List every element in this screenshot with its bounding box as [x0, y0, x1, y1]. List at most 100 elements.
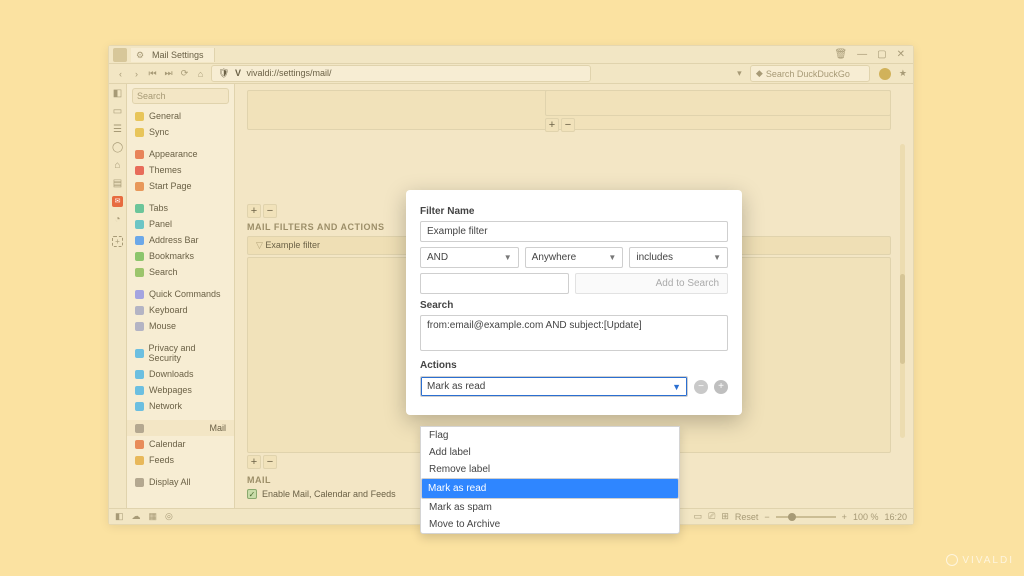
category-icon	[135, 268, 144, 277]
close-button[interactable]: ✕	[897, 49, 905, 60]
criteria-value-input[interactable]	[420, 273, 569, 294]
status-page-icon[interactable]: ⎚	[708, 511, 715, 522]
add-button[interactable]: +	[247, 204, 261, 218]
checkmark-icon: ✓	[247, 489, 257, 499]
rail-calendar-icon[interactable]: ◔	[112, 214, 123, 225]
action-option-mark-as-spam[interactable]: Mark as spam	[421, 499, 679, 516]
rail-add-panel-button[interactable]: +	[112, 236, 123, 247]
sidebar-item-calendar[interactable]: Calendar	[127, 436, 234, 452]
add-button[interactable]: +	[545, 118, 559, 132]
rail-downloads-icon[interactable]: ☰	[112, 124, 123, 135]
scope-select[interactable]: Anywhere▼	[525, 247, 624, 268]
sidebar-item-keyboard[interactable]: Keyboard	[127, 302, 234, 318]
back-button[interactable]: ‹	[115, 69, 126, 79]
add-to-search-button[interactable]: Add to Search	[575, 273, 728, 294]
address-field[interactable]: 🛡 V vivaldi://settings/mail/	[211, 65, 591, 82]
clock: 16:20	[884, 512, 907, 522]
sidebar-item-appearance[interactable]: Appearance	[127, 146, 234, 162]
bookmark-star-icon[interactable]: ★	[899, 68, 907, 79]
sidebar-item-mouse[interactable]: Mouse	[127, 318, 234, 334]
sidebar-item-address-bar[interactable]: Address Bar	[127, 232, 234, 248]
forward-button[interactable]: ›	[131, 69, 142, 79]
category-icon	[135, 456, 144, 465]
sidebar-item-themes[interactable]: Themes	[127, 162, 234, 178]
bookmark-page-icon[interactable]: ▾	[734, 68, 745, 79]
tab-mail-settings[interactable]: ⚙ Mail Settings	[131, 48, 215, 62]
toolbar: ‹ › ⏮ ⏭ ⟳ ⌂ 🛡 V vivaldi://settings/mail/…	[109, 64, 913, 84]
rail-reading-icon[interactable]: ▭	[112, 106, 123, 117]
remove-button[interactable]: −	[263, 204, 277, 218]
sidebar-item-general[interactable]: General	[127, 108, 234, 124]
logic-select[interactable]: AND▼	[420, 247, 519, 268]
rewind-button[interactable]: ⏮	[147, 68, 158, 79]
sidebar-item-network[interactable]: Network	[127, 398, 234, 414]
tab-title: Mail Settings	[152, 50, 204, 60]
status-tiling-icon[interactable]: ⊞	[721, 511, 729, 522]
action-option-remove-label[interactable]: Remove label	[421, 461, 679, 478]
gear-icon: ⚙	[136, 50, 146, 60]
category-icon	[135, 204, 144, 213]
home-button[interactable]: ⌂	[195, 69, 206, 79]
match-select[interactable]: includes▼	[629, 247, 728, 268]
sidebar-item-webpages[interactable]: Webpages	[127, 382, 234, 398]
rail-mail-icon[interactable]: ✉	[112, 196, 123, 207]
sidebar-item-sync[interactable]: Sync	[127, 124, 234, 140]
remove-filter-button[interactable]: −	[263, 455, 277, 469]
sidebar-item-feeds[interactable]: Feeds	[127, 452, 234, 468]
sidebar-item-tabs[interactable]: Tabs	[127, 200, 234, 216]
category-icon	[135, 182, 144, 191]
rail-bookmarks-icon[interactable]: ◧	[112, 88, 123, 99]
rail-window-icon[interactable]: ▤	[112, 178, 123, 189]
sidebar-item-quick-commands[interactable]: Quick Commands	[127, 286, 234, 302]
minimize-button[interactable]: —	[857, 49, 867, 60]
sidebar-item-downloads[interactable]: Downloads	[127, 366, 234, 382]
vivaldi-ring-icon	[946, 554, 958, 566]
status-panel-icon[interactable]: ◧	[115, 511, 124, 522]
action-option-flag[interactable]: Flag	[421, 427, 679, 444]
zoom-slider[interactable]	[776, 516, 836, 518]
sidebar-item-mail[interactable]: Mail	[127, 420, 234, 436]
category-icon	[135, 128, 144, 137]
trash-icon[interactable]: 🗑	[834, 49, 847, 60]
sidebar-item-display-all[interactable]: Display All	[127, 474, 234, 490]
category-icon	[135, 349, 144, 358]
scrollbar[interactable]	[900, 144, 905, 438]
action-option-move-to-archive[interactable]: Move to Archive	[421, 516, 679, 533]
category-icon	[135, 370, 144, 379]
panel-rail: ◧ ▭ ☰ ◯ ⌂ ▤ ✉ ◔ +	[109, 84, 127, 508]
action-select[interactable]: Mark as read▼	[420, 376, 688, 397]
search-query-textarea[interactable]: from:email@example.com AND subject:[Upda…	[420, 315, 728, 351]
sidebar-item-panel[interactable]: Panel	[127, 216, 234, 232]
filter-name-input[interactable]	[420, 221, 728, 242]
maximize-button[interactable]: ▢	[877, 49, 886, 60]
reload-button[interactable]: ⟳	[179, 68, 190, 79]
add-filter-button[interactable]: +	[247, 455, 261, 469]
zoom-reset[interactable]: Reset	[735, 512, 759, 522]
rail-history-icon[interactable]: ◯	[112, 142, 123, 153]
profile-avatar[interactable]	[879, 68, 891, 80]
status-capture-icon[interactable]: ◎	[165, 511, 173, 522]
settings-sidebar: Search GeneralSync AppearanceThemesStart …	[127, 84, 235, 508]
category-icon	[135, 220, 144, 229]
sidebar-item-search[interactable]: Search	[127, 264, 234, 280]
status-images-icon[interactable]: ▭	[694, 511, 703, 522]
vivaldi-logo-icon	[113, 48, 127, 62]
ffwd-button[interactable]: ⏭	[163, 68, 174, 79]
add-action-button[interactable]: +	[714, 380, 728, 394]
status-tile-icon[interactable]: ▦	[149, 511, 158, 522]
status-sync-icon[interactable]: ☁	[132, 511, 141, 522]
search-placeholder: Search DuckDuckGo	[766, 69, 850, 79]
sidebar-item-start-page[interactable]: Start Page	[127, 178, 234, 194]
filter-name-label: Filter Name	[420, 206, 728, 217]
scroll-thumb[interactable]	[900, 274, 905, 364]
search-field[interactable]: ◆ Search DuckDuckGo	[750, 65, 870, 82]
settings-search-input[interactable]: Search	[132, 88, 229, 104]
action-option-mark-as-read[interactable]: Mark as read	[421, 478, 679, 499]
rail-notes-icon[interactable]: ⌂	[112, 160, 123, 171]
remove-button[interactable]: −	[561, 118, 575, 132]
remove-action-button[interactable]: −	[694, 380, 708, 394]
action-option-add-label[interactable]: Add label	[421, 444, 679, 461]
sidebar-item-bookmarks[interactable]: Bookmarks	[127, 248, 234, 264]
v-icon: V	[235, 68, 241, 78]
sidebar-item-privacy-and-security[interactable]: Privacy and Security	[127, 340, 234, 366]
